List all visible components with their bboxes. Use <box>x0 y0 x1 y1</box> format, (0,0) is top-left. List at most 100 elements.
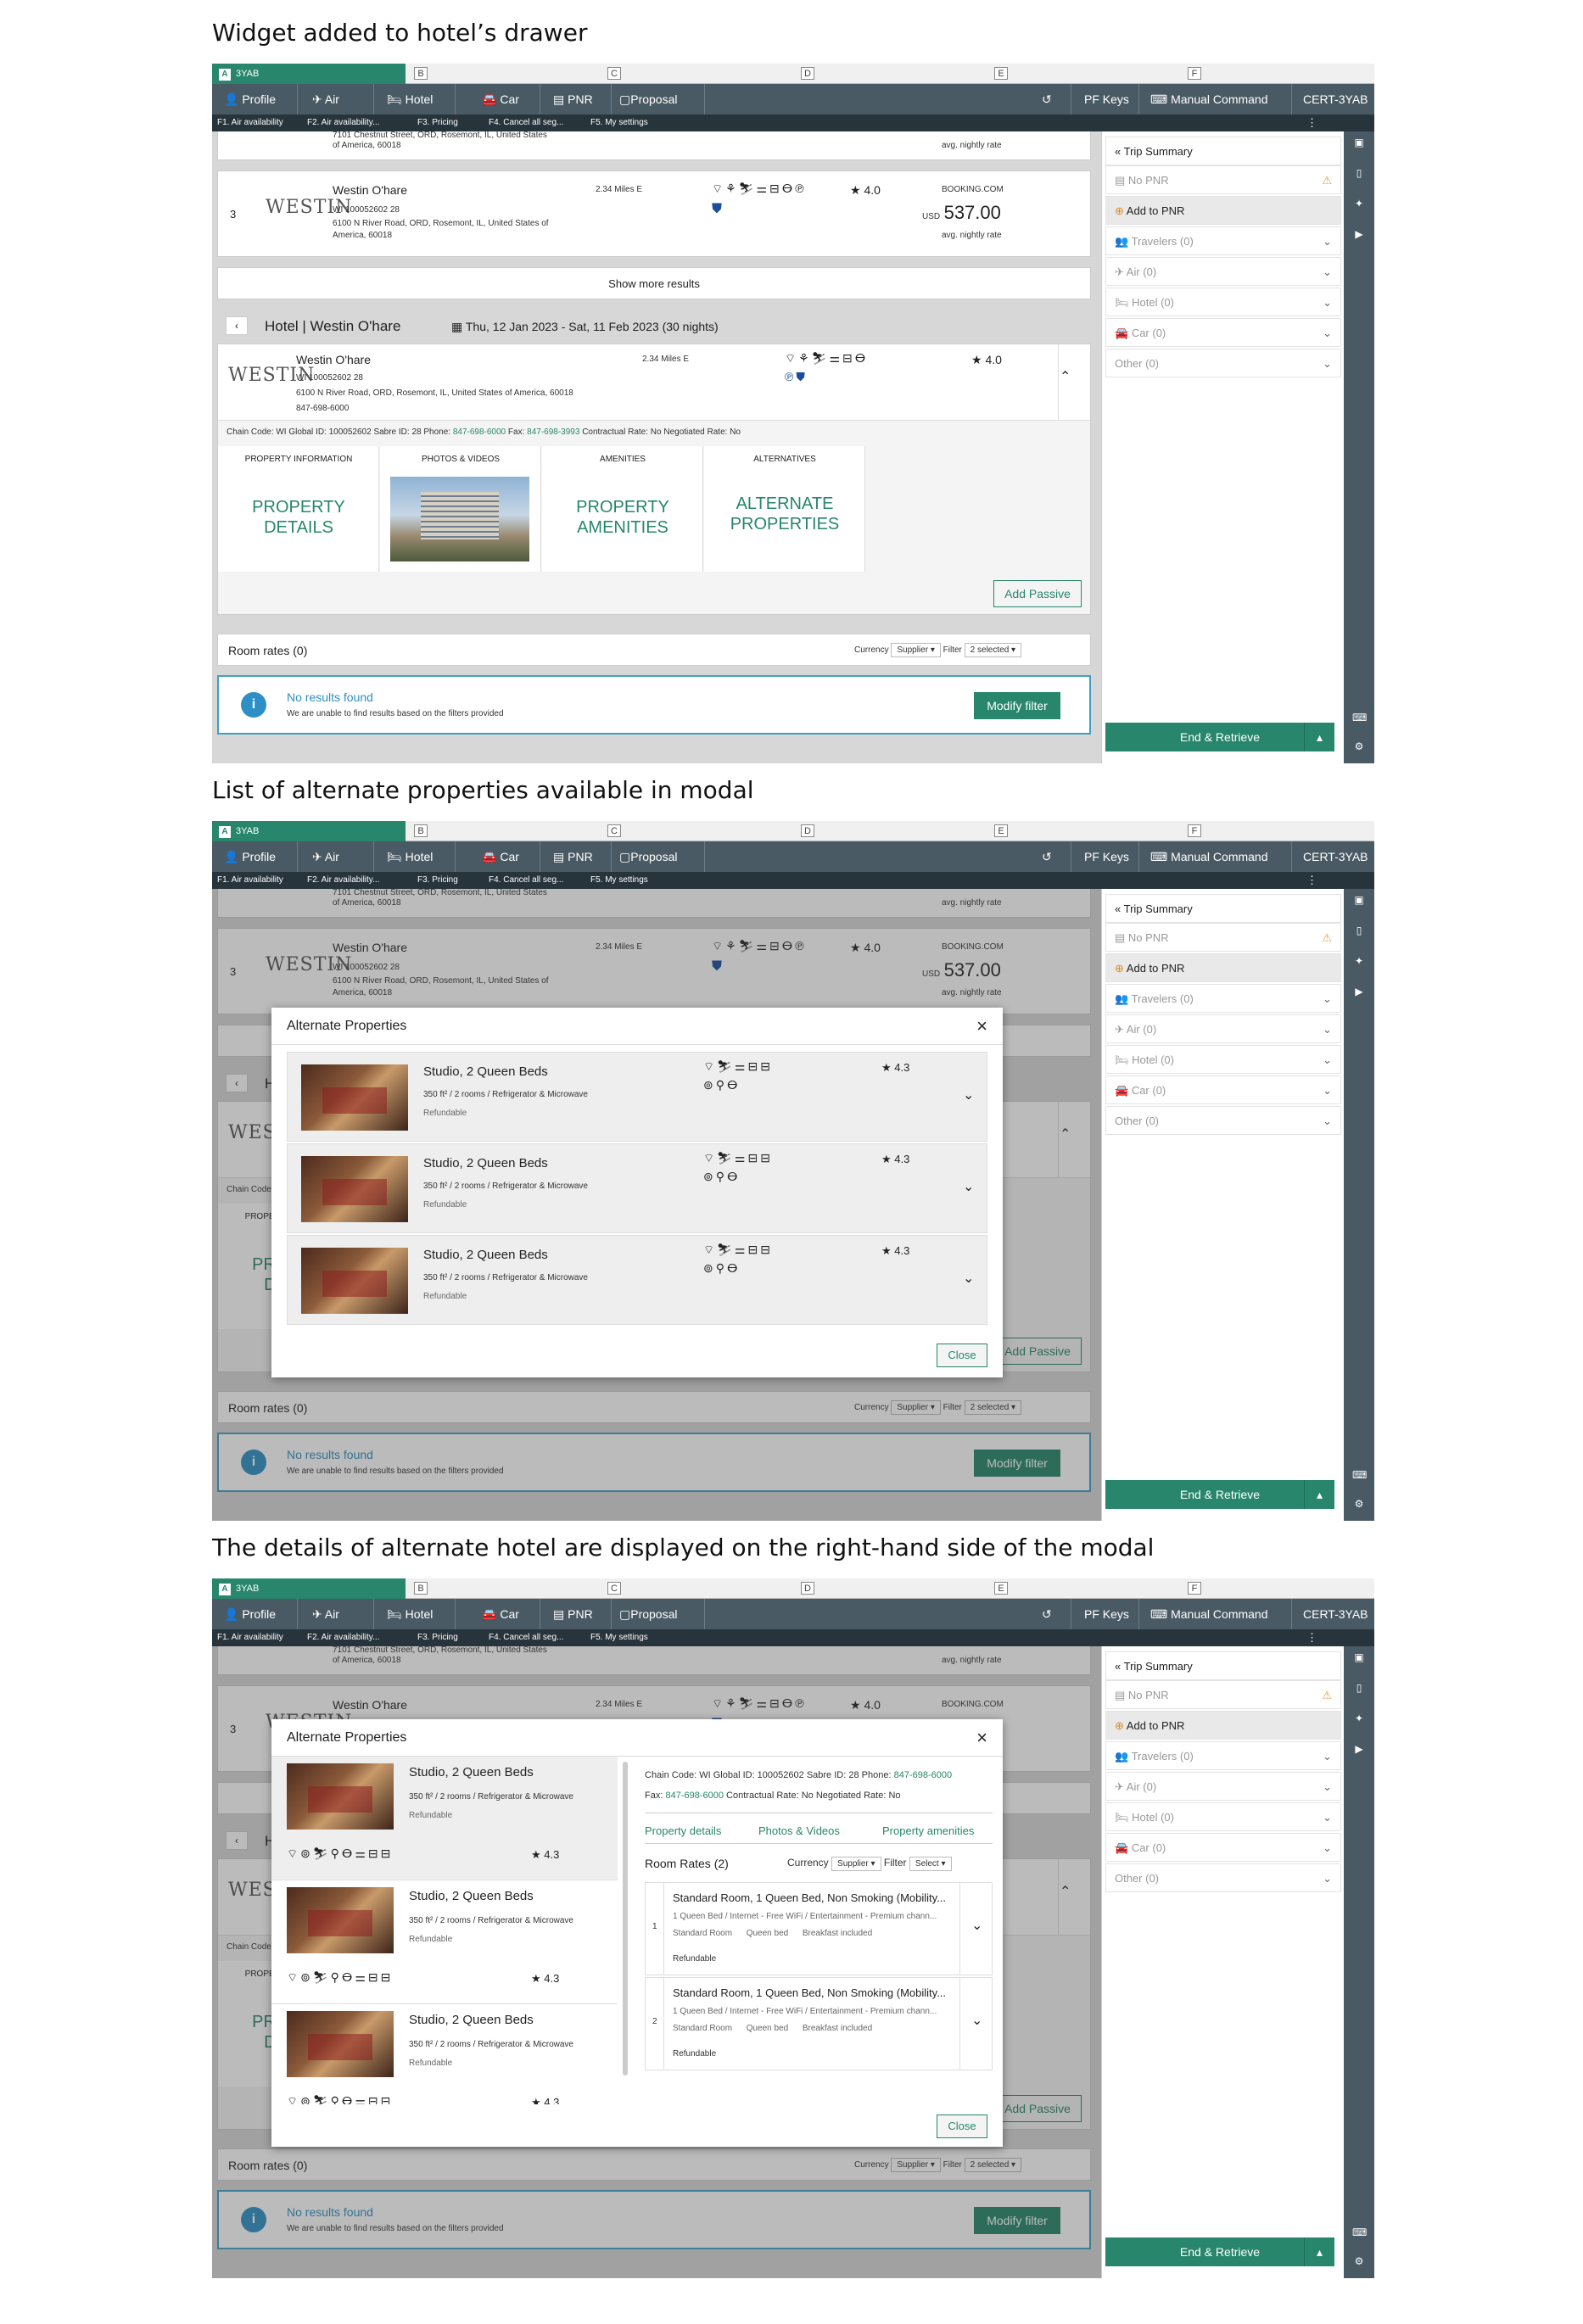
more-vert-icon[interactable]: ⋮ <box>1306 874 1317 887</box>
currency-select[interactable]: Supplier ▾ <box>891 643 941 657</box>
modify-filter-button[interactable]: Modify filter <box>974 692 1060 719</box>
tab-photos-videos[interactable]: Photos & Videos <box>758 1824 840 1837</box>
hotel-result-card[interactable]: 3 WESTIN Westin O'hare WI 100052602 28 6… <box>217 170 1091 257</box>
keyboard-icon[interactable]: ⌨ <box>1352 712 1367 725</box>
keyboard-icon[interactable]: ⌨ <box>1352 1469 1367 1483</box>
travelers-row[interactable]: 👥 Travelers (0) ⌄ <box>1105 226 1341 255</box>
fkey-3[interactable]: F3. Pricing <box>417 875 458 885</box>
tab-b[interactable]: B <box>414 824 428 837</box>
nav-air[interactable]: ✈ Air <box>307 1599 344 1629</box>
add-to-pnr-button[interactable]: ⊕ Add to PNR <box>1105 196 1341 225</box>
fkey-2[interactable]: F2. Air availability... <box>307 875 379 885</box>
air-row[interactable]: ✈ Air (0) ⌄ <box>1105 1014 1341 1043</box>
air-row[interactable]: ✈ Air (0) ⌄ <box>1105 1772 1341 1801</box>
chevron-down-icon[interactable]: ⌄ <box>971 1917 982 1934</box>
nav-pnr[interactable]: ▤ PNR <box>548 1599 598 1629</box>
tab-b[interactable]: B <box>414 1582 428 1595</box>
more-vert-icon[interactable]: ⋮ <box>1306 116 1317 130</box>
nav-cert[interactable]: CERT-3YAB <box>1298 84 1373 115</box>
fkey-3[interactable]: F3. Pricing <box>417 1633 458 1642</box>
close-icon[interactable]: × <box>976 1008 987 1045</box>
history-icon[interactable]: ↺ <box>1037 1599 1057 1629</box>
nav-cert[interactable]: CERT-3YAB <box>1298 1599 1373 1629</box>
nav-profile[interactable]: 👤 Profile <box>219 84 281 115</box>
nav-air[interactable]: ✈ Air <box>307 84 344 115</box>
settings-icon[interactable]: ⚙ <box>1352 1498 1366 1511</box>
add-passive-button[interactable]: Add Passive <box>993 580 1082 607</box>
briefcase-icon[interactable]: ▣ <box>1352 137 1366 150</box>
chevron-down-icon[interactable]: ⌄ <box>963 1178 974 1195</box>
fkey-2[interactable]: F2. Air availability... <box>307 118 379 127</box>
play-icon[interactable]: ▶ <box>1352 228 1366 242</box>
fkey-1[interactable]: F1. Air availability <box>217 118 283 127</box>
tab-f[interactable]: F <box>1188 824 1201 837</box>
hotel-row[interactable]: 🛏 Hotel (0) ⌄ <box>1105 288 1341 316</box>
nav-pf-keys[interactable]: PF Keys <box>1079 84 1134 115</box>
travelers-row[interactable]: 👥 Travelers (0) ⌄ <box>1105 984 1341 1013</box>
other-row[interactable]: Other (0) ⌄ <box>1105 1863 1341 1892</box>
tab-d[interactable]: D <box>801 1582 814 1595</box>
tab-e[interactable]: E <box>994 67 1008 80</box>
tab-3yab[interactable]: A 3YAB <box>212 821 406 841</box>
nav-pf-keys[interactable]: PF Keys <box>1079 1599 1134 1629</box>
nav-profile[interactable]: 👤 Profile <box>219 1599 281 1629</box>
tab-e[interactable]: E <box>994 824 1008 837</box>
play-icon[interactable]: ▶ <box>1352 986 1366 999</box>
car-row[interactable]: 🚘 Car (0) ⌄ <box>1105 1833 1341 1862</box>
settings-icon[interactable]: ⚙ <box>1352 740 1366 754</box>
collapse-chevron-icon[interactable]: ⌃ <box>1060 368 1071 385</box>
back-button[interactable]: ‹ <box>226 316 248 335</box>
pin-icon[interactable]: ✦ <box>1352 1712 1366 1726</box>
other-row[interactable]: Other (0) ⌄ <box>1105 349 1341 377</box>
clipboard-icon[interactable]: ▯ <box>1352 925 1366 938</box>
settings-icon[interactable]: ⚙ <box>1352 2255 1366 2269</box>
filter-select[interactable]: Select ▾ <box>909 1857 952 1871</box>
tab-c[interactable]: C <box>607 824 621 837</box>
close-icon[interactable]: × <box>976 1719 987 1757</box>
alternate-property-item[interactable]: Studio, 2 Queen Beds 350 ft² / 2 rooms / … <box>271 1757 618 1880</box>
tab-f[interactable]: F <box>1188 1582 1201 1595</box>
tab-f[interactable]: F <box>1188 67 1201 80</box>
tab-c[interactable]: C <box>607 67 621 80</box>
alternate-property-item[interactable]: Studio, 2 Queen Beds 350 ft² / 2 rooms / … <box>287 1052 987 1142</box>
caret-up-icon[interactable]: ▴ <box>1304 2237 1334 2266</box>
more-vert-icon[interactable]: ⋮ <box>1306 1631 1317 1645</box>
alternatives-tile[interactable]: ALTERNATIVES ALTERNATE PROPERTIES <box>704 446 865 572</box>
nav-cert[interactable]: CERT-3YAB <box>1298 841 1373 872</box>
fkey-4[interactable]: F4. Cancel all seg... <box>489 875 563 885</box>
briefcase-icon[interactable]: ▣ <box>1352 1651 1366 1665</box>
play-icon[interactable]: ▶ <box>1352 1743 1366 1757</box>
tab-3yab[interactable]: A 3YAB <box>212 64 406 84</box>
chevron-down-icon[interactable]: ⌄ <box>971 2012 982 2029</box>
caret-up-icon[interactable]: ▴ <box>1304 723 1334 751</box>
keyboard-icon[interactable]: ⌨ <box>1352 2226 1367 2240</box>
end-retrieve-button[interactable]: End & Retrieve ▴ <box>1105 1480 1334 1509</box>
nav-hotel[interactable]: 🛏 Hotel <box>382 841 438 872</box>
alternate-property-item[interactable]: Studio, 2 Queen Beds 350 ft² / 2 rooms / … <box>287 1235 987 1325</box>
pin-icon[interactable]: ✦ <box>1352 955 1366 969</box>
amenities-tile[interactable]: AMENITIES PROPERTY AMENITIES <box>542 446 703 572</box>
photos-videos-tile[interactable]: PHOTOS & VIDEOS <box>380 446 541 572</box>
travelers-row[interactable]: 👥 Travelers (0) ⌄ <box>1105 1741 1341 1770</box>
caret-up-icon[interactable]: ▴ <box>1304 1480 1334 1509</box>
nav-profile[interactable]: 👤 Profile <box>219 841 281 872</box>
fkey-5[interactable]: F5. My settings <box>590 1633 648 1642</box>
show-more-button[interactable]: Show more results <box>217 267 1091 299</box>
car-row[interactable]: 🚘 Car (0) ⌄ <box>1105 318 1341 347</box>
nav-proposal[interactable]: ▢Proposal <box>614 84 683 115</box>
property-info-tile[interactable]: PROPERTY INFORMATION PROPERTY DETAILS <box>218 446 379 572</box>
nav-hotel[interactable]: 🛏 Hotel <box>382 1599 438 1629</box>
fkey-3[interactable]: F3. Pricing <box>417 118 458 127</box>
filter-select[interactable]: 2 selected ▾ <box>964 643 1022 657</box>
fkey-5[interactable]: F5. My settings <box>590 875 648 885</box>
fkey-5[interactable]: F5. My settings <box>590 118 648 127</box>
previous-hotel-card[interactable]: 7101 Chestnut Street, ORD, Rosemont, IL,… <box>217 131 1091 160</box>
fkey-1[interactable]: F1. Air availability <box>217 1633 283 1642</box>
fkey-4[interactable]: F4. Cancel all seg... <box>489 1633 563 1642</box>
alternate-property-item[interactable]: Studio, 2 Queen Beds 350 ft² / 2 rooms / … <box>271 1880 618 2004</box>
tab-d[interactable]: D <box>801 824 814 837</box>
nav-pf-keys[interactable]: PF Keys <box>1079 841 1134 872</box>
close-button[interactable]: Close <box>937 2115 987 2138</box>
trip-summary-header[interactable]: « Trip Summary <box>1105 894 1341 923</box>
tab-e[interactable]: E <box>994 1582 1008 1595</box>
